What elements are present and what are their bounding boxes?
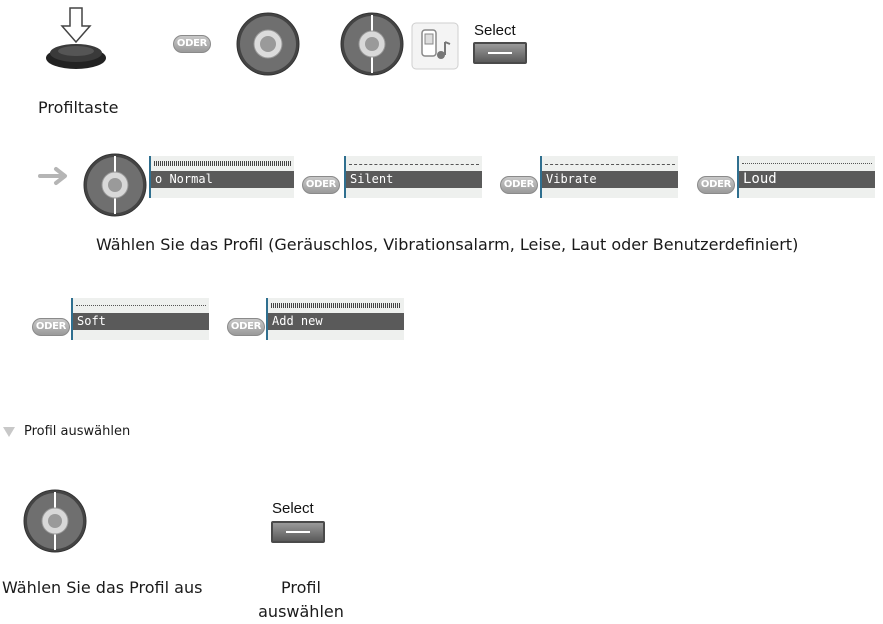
navigation-wheel-icon[interactable]	[339, 11, 405, 77]
navigation-wheel-icon[interactable]	[82, 152, 148, 218]
oder-badge: ODER	[500, 176, 538, 194]
display-text: o Normal	[151, 171, 294, 188]
display-text: Silent	[346, 171, 482, 188]
oder-badge: ODER	[697, 176, 735, 194]
oder-badge: ODER	[302, 176, 340, 194]
profile-key-caption: Profiltaste	[38, 98, 119, 117]
select-softkey-label: Select	[272, 500, 314, 517]
oder-badge: ODER	[173, 35, 211, 53]
profile-display-silent: Silent	[344, 156, 482, 198]
select-softkey[interactable]	[271, 521, 325, 543]
choose-profile-caption: Wählen Sie das Profil (Geräuschlos, Vibr…	[96, 235, 799, 254]
display-text: Vibrate	[542, 171, 678, 188]
select-softkey-label: Select	[474, 22, 516, 39]
navigation-wheel-icon[interactable]	[235, 11, 301, 77]
profile-key-icon	[46, 7, 106, 69]
right-arrow-icon	[38, 167, 67, 185]
step-select-caption: Profil auswählen	[258, 578, 344, 621]
display-text: Soft	[73, 313, 209, 330]
select-softkey[interactable]	[473, 42, 527, 64]
step-choose-caption: Wählen Sie das Profil aus	[2, 578, 203, 597]
navigation-wheel-icon[interactable]	[22, 488, 88, 554]
music-profile-icon	[411, 22, 459, 70]
profile-display-add-new: Add new	[266, 298, 404, 340]
profile-display-normal: o Normal	[149, 156, 294, 198]
profile-display-soft: Soft	[71, 298, 209, 340]
display-text: Add new	[268, 313, 404, 330]
triangle-bullet-icon	[3, 427, 15, 437]
profile-display-vibrate: Vibrate	[540, 156, 678, 198]
profile-display-loud: Loud	[737, 156, 875, 198]
section-title: Profil auswählen	[24, 424, 131, 439]
oder-badge: ODER	[32, 318, 70, 336]
oder-badge: ODER	[227, 318, 265, 336]
display-text: Loud	[739, 171, 875, 188]
down-arrow-icon	[62, 6, 63, 7]
